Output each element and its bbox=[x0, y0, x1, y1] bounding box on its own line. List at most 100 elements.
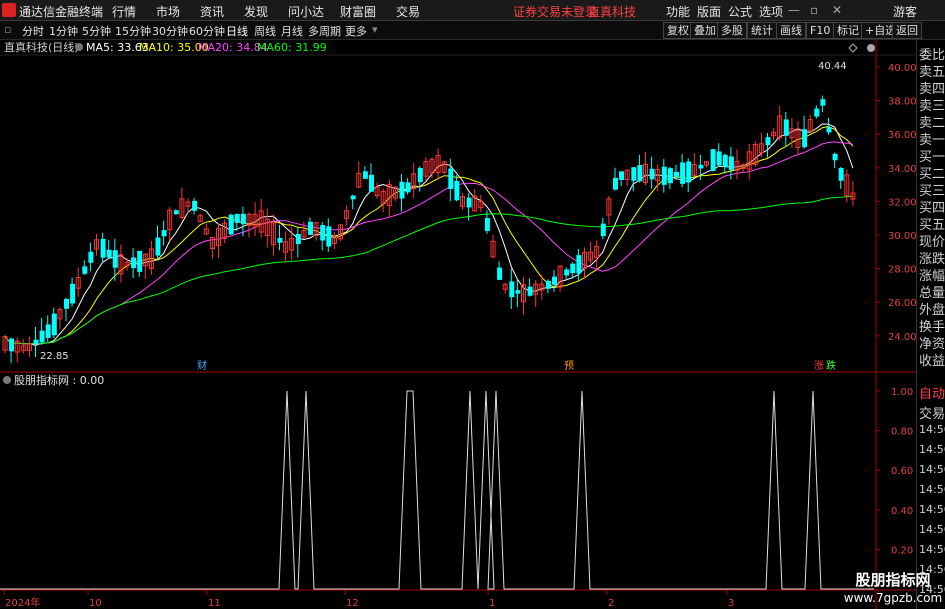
candle-body bbox=[155, 237, 161, 256]
tick-time: 14:56 bbox=[919, 503, 945, 516]
date-tick-label: 10 bbox=[89, 598, 102, 609]
candle-body bbox=[466, 197, 472, 208]
btn-duogu[interactable]: 多股 bbox=[717, 22, 747, 39]
diamond-icon[interactable] bbox=[848, 43, 858, 53]
trade-panel-label[interactable]: 自动 bbox=[919, 383, 945, 402]
candle-body bbox=[564, 269, 570, 276]
menu-hangqing[interactable]: 行情 bbox=[112, 3, 136, 20]
candle-body bbox=[613, 177, 618, 190]
date-tick-label: 11 bbox=[208, 598, 221, 609]
sub-chart-title-icon[interactable] bbox=[3, 376, 11, 384]
event-marker-yu[interactable]: 预 bbox=[564, 360, 574, 372]
menu-gongshi[interactable]: 公式 bbox=[728, 3, 752, 20]
top-menu-bar: 通达信金融终端 行情 市场 资讯 发现 问小达 财富圈 交易 证券交易未登录 直… bbox=[0, 0, 945, 21]
event-marker-cai[interactable]: 财 bbox=[197, 359, 207, 372]
trade-login-notice[interactable]: 证券交易未登录 bbox=[513, 3, 597, 20]
date-tick-label: 12 bbox=[346, 598, 359, 609]
tick-time: 14:56 bbox=[919, 443, 945, 456]
indicator-tick-label: 1.00 bbox=[891, 387, 913, 398]
indicator-tick-label: 0.80 bbox=[891, 427, 913, 438]
tab-fenshi[interactable]: 分时 bbox=[22, 23, 44, 39]
btn-biaoji[interactable]: 标记 bbox=[833, 22, 863, 39]
price-tick-label: 26.00 bbox=[888, 298, 916, 309]
toolbar-toggle-icon[interactable]: ▫ bbox=[4, 23, 11, 36]
candle-body bbox=[600, 223, 606, 237]
candle-body bbox=[131, 257, 137, 269]
tab-weekly[interactable]: 周线 bbox=[254, 23, 276, 39]
menu-xuanxiang[interactable]: 选项 bbox=[759, 3, 783, 20]
candle-body bbox=[234, 213, 240, 223]
candle-body bbox=[362, 171, 368, 179]
tab-1min[interactable]: 1分钟 bbox=[49, 23, 78, 39]
restore-icon[interactable]: ▫ bbox=[810, 3, 818, 17]
candle-body bbox=[350, 195, 356, 200]
candle-body bbox=[820, 99, 826, 106]
candle-body bbox=[277, 237, 283, 243]
chart-canvas[interactable]: 40.00 38.00 36.00 34.00 32.00 30.00 28.00 26.00… bbox=[0, 40, 916, 609]
close-icon[interactable]: ✕ bbox=[832, 3, 842, 17]
menu-wenxiaoda[interactable]: 问小达 bbox=[288, 3, 324, 20]
btn-tongji[interactable]: 统计 bbox=[747, 22, 777, 39]
date-tick-label: 2024年 bbox=[5, 596, 40, 609]
candle-body bbox=[454, 180, 460, 201]
btn-huaxian[interactable]: 画线 bbox=[776, 22, 806, 39]
candle-body bbox=[448, 168, 454, 189]
menu-zixun[interactable]: 资讯 bbox=[200, 3, 224, 20]
btn-fuquan[interactable]: 复权 bbox=[663, 22, 693, 39]
btn-back[interactable]: 返回 bbox=[892, 22, 922, 39]
date-tick-label: 2 bbox=[608, 598, 614, 609]
menu-shichang[interactable]: 市场 bbox=[156, 3, 180, 20]
date-tick-label: 1 bbox=[489, 598, 495, 609]
candle-body bbox=[228, 214, 234, 235]
tab-60min[interactable]: 60分钟 bbox=[189, 23, 225, 39]
app-logo-icon bbox=[2, 3, 16, 17]
indicator-tick-label: 0.40 bbox=[891, 506, 913, 517]
candle-body bbox=[509, 281, 515, 298]
menu-gongneng[interactable]: 功能 bbox=[666, 3, 690, 20]
date-tick-label: 3 bbox=[728, 598, 734, 609]
btn-f10[interactable]: F10 bbox=[806, 22, 835, 39]
event-marker-zhang[interactable]: 涨 bbox=[814, 360, 824, 372]
main-chart-title-icon[interactable] bbox=[75, 43, 83, 51]
candle-body bbox=[576, 255, 582, 274]
candle-body bbox=[88, 251, 94, 263]
sub-chart-title: 股朋指标网 : 0.00 bbox=[14, 373, 104, 387]
tab-5min[interactable]: 5分钟 bbox=[82, 23, 111, 39]
tab-monthly[interactable]: 月线 bbox=[281, 23, 303, 39]
candle-body bbox=[405, 182, 411, 193]
candle-body bbox=[832, 153, 838, 161]
candle-body bbox=[728, 156, 734, 171]
candle-body bbox=[515, 290, 521, 294]
candle-body bbox=[82, 266, 88, 274]
circle-icon[interactable] bbox=[867, 44, 875, 52]
tab-15min[interactable]: 15分钟 bbox=[115, 23, 151, 39]
menu-jiaoyi[interactable]: 交易 bbox=[396, 3, 420, 20]
candle-body bbox=[484, 218, 490, 232]
candle-body bbox=[497, 267, 503, 280]
indicator-tick-label: 0.20 bbox=[891, 545, 913, 556]
candle-body bbox=[100, 238, 106, 258]
more-dropdown-icon[interactable]: ▾ bbox=[372, 23, 378, 36]
tab-more[interactable]: 更多 bbox=[345, 23, 367, 39]
price-tick-label: 36.00 bbox=[888, 130, 916, 141]
menu-caifuquan[interactable]: 财富圈 bbox=[340, 3, 376, 20]
tab-daily[interactable]: 日线 bbox=[226, 23, 248, 39]
menu-banmian[interactable]: 版面 bbox=[697, 3, 721, 20]
candle-body bbox=[698, 164, 704, 169]
candle-body bbox=[161, 230, 167, 237]
trade-panel-label[interactable]: 交易 bbox=[919, 403, 945, 422]
tab-30min[interactable]: 30分钟 bbox=[152, 23, 188, 39]
candle-body bbox=[838, 167, 844, 181]
price-tick-label: 32.00 bbox=[888, 197, 916, 208]
candle-body bbox=[710, 149, 716, 171]
event-marker-die[interactable]: 跌 bbox=[826, 359, 836, 372]
candle-body bbox=[326, 226, 332, 247]
menu-faxian[interactable]: 发现 bbox=[244, 3, 268, 20]
tab-multi-period[interactable]: 多周期 bbox=[308, 23, 341, 39]
candle-body bbox=[674, 171, 679, 177]
guest-label[interactable]: 游客 bbox=[893, 3, 917, 20]
btn-diejia[interactable]: 叠加 bbox=[690, 22, 720, 39]
candle-body bbox=[802, 129, 808, 148]
candle-body bbox=[716, 151, 722, 166]
minimize-icon[interactable]: — bbox=[788, 3, 800, 17]
